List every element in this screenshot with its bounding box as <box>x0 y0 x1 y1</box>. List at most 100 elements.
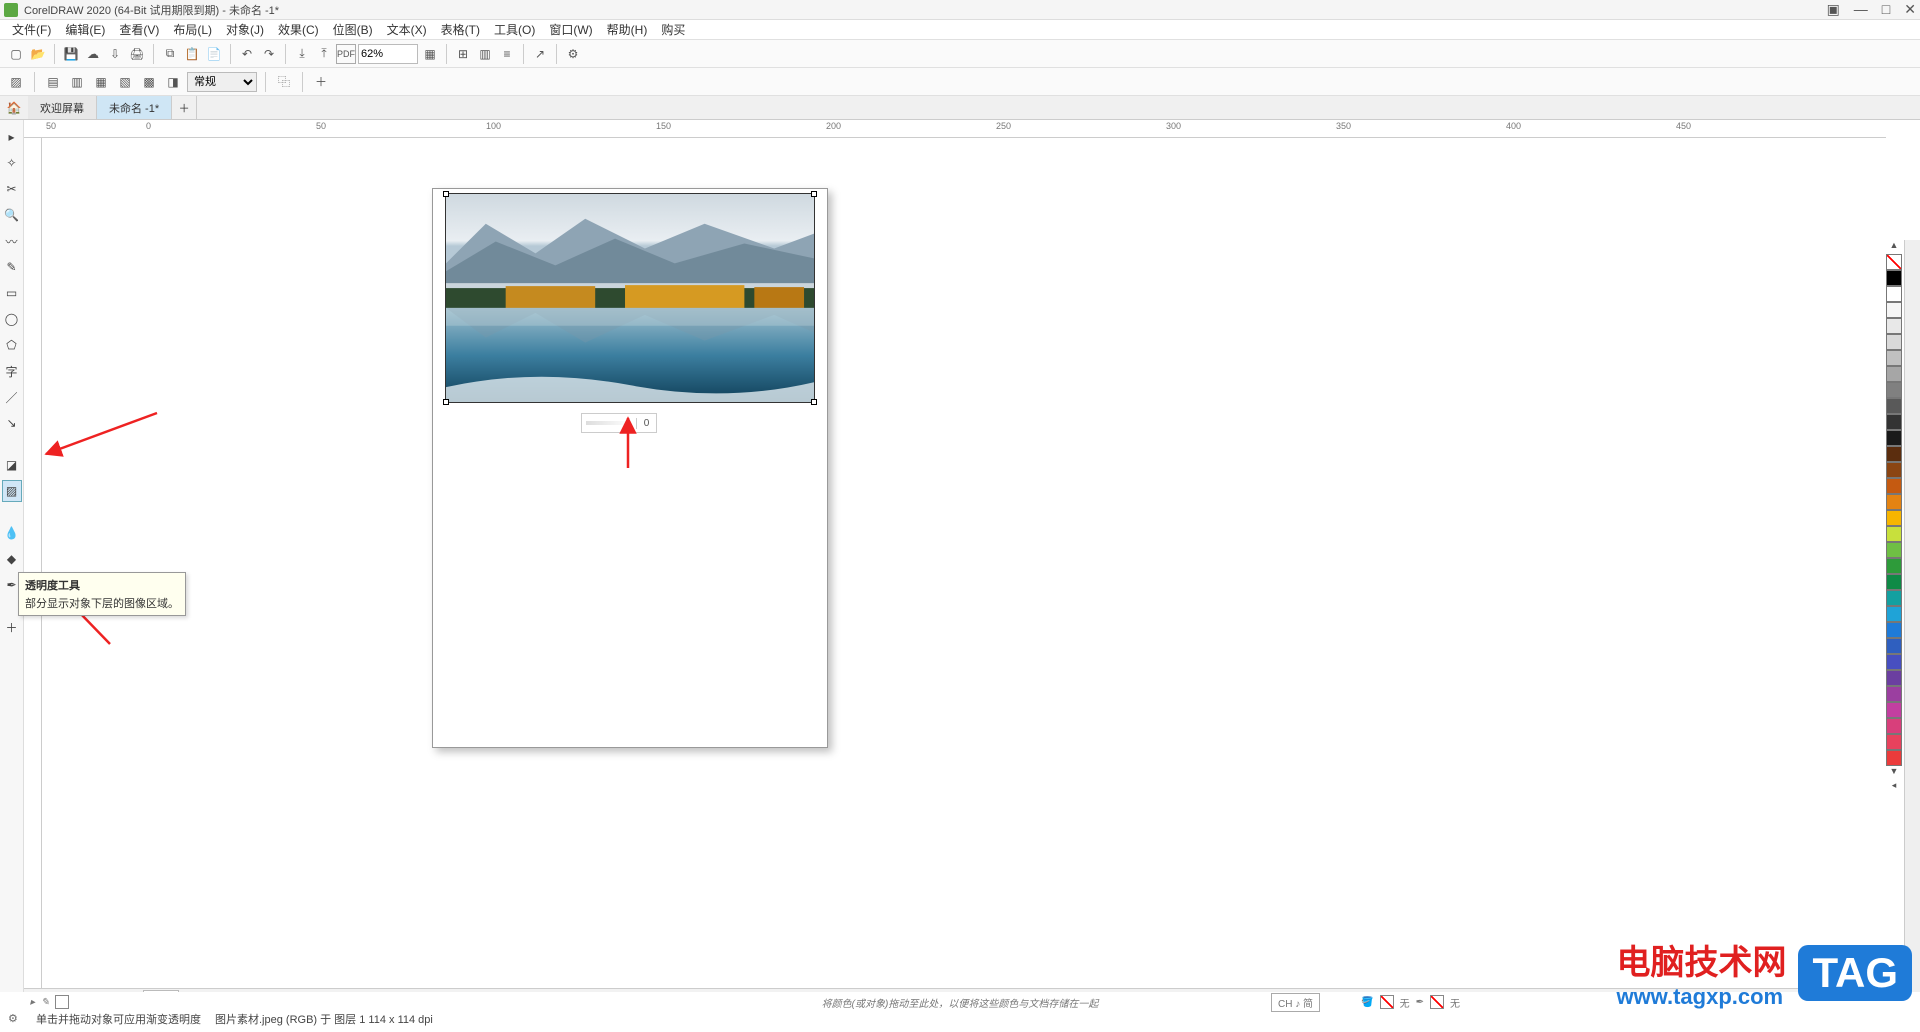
color-swatch[interactable] <box>1886 510 1902 526</box>
color-swatch[interactable] <box>1886 430 1902 446</box>
menu-table[interactable]: 表格(T) <box>435 19 486 40</box>
no-transparency-icon[interactable]: ▨ <box>6 72 26 92</box>
eyedropper-tool-icon[interactable]: 💧 <box>2 522 22 544</box>
color-swatch[interactable] <box>1886 270 1902 286</box>
rectangle-tool-icon[interactable]: ▭ <box>2 282 22 304</box>
clipboard-icon[interactable]: 📄 <box>204 44 224 64</box>
add-tool-icon[interactable]: ＋ <box>2 616 22 638</box>
zoom-level-select[interactable] <box>358 44 418 64</box>
selection-handle-icon[interactable] <box>443 191 449 197</box>
redo-icon[interactable]: ↷ <box>259 44 279 64</box>
palette-scroll-down-icon[interactable]: ▼ <box>1886 766 1902 780</box>
color-swatch[interactable] <box>1886 414 1902 430</box>
close-icon[interactable]: ✕ <box>1904 1 1916 18</box>
color-swatch[interactable] <box>1886 750 1902 766</box>
text-tool-icon[interactable]: 字 <box>2 360 22 382</box>
color-swatch[interactable] <box>1886 318 1902 334</box>
color-swatch[interactable] <box>1886 398 1902 414</box>
color-swatch[interactable] <box>1886 686 1902 702</box>
pick-tool-icon[interactable]: ▸ <box>2 126 22 148</box>
copy-icon[interactable]: ⧉ <box>160 44 180 64</box>
palette-flyout-icon[interactable]: ◂ <box>1886 780 1902 794</box>
color-swatch[interactable] <box>1886 590 1902 606</box>
new-doc-icon[interactable]: ▢ <box>6 44 26 64</box>
color-swatch[interactable] <box>1886 622 1902 638</box>
selection-handle-icon[interactable] <box>811 399 817 405</box>
crop-tool-icon[interactable]: ✂ <box>2 178 22 200</box>
maximize-icon[interactable]: □ <box>1882 1 1890 18</box>
swatch-none[interactable] <box>1886 254 1902 270</box>
color-swatch[interactable] <box>1886 702 1902 718</box>
palette-scroll-up-icon[interactable]: ▲ <box>1886 240 1902 254</box>
add-preset-icon[interactable]: ＋ <box>311 72 331 92</box>
launch-icon[interactable]: ↗ <box>530 44 550 64</box>
print-icon[interactable]: 🖨 <box>127 44 147 64</box>
color-swatch[interactable] <box>1886 718 1902 734</box>
polygon-tool-icon[interactable]: ⬠ <box>2 334 22 356</box>
ruler-vertical[interactable] <box>24 138 42 988</box>
options-gear-icon[interactable]: ⚙ <box>563 44 583 64</box>
pdf-icon[interactable]: PDF <box>336 44 356 64</box>
undo-icon[interactable]: ↶ <box>237 44 257 64</box>
color-swatch[interactable] <box>1886 558 1902 574</box>
color-swatch[interactable] <box>1886 302 1902 318</box>
outline-pen-icon[interactable]: ✒ <box>1416 997 1424 1008</box>
transparency-tool-icon[interactable]: ▨ <box>2 480 22 502</box>
menu-edit[interactable]: 编辑(E) <box>59 19 111 40</box>
color-swatch[interactable] <box>1886 382 1902 398</box>
merge-mode-select[interactable]: 常规 <box>187 72 257 92</box>
color-swatch[interactable] <box>1886 606 1902 622</box>
ruler-horizontal[interactable]: 50 0 50 100 150 200 250 300 350 400 450 <box>24 120 1886 138</box>
color-swatch[interactable] <box>1886 286 1902 302</box>
fill-bucket-icon[interactable]: 🪣 <box>1361 997 1373 1008</box>
menu-help[interactable]: 帮助(H) <box>601 19 654 40</box>
transparency-slider[interactable]: 0 <box>581 413 657 433</box>
texture-trans-icon[interactable]: ▩ <box>139 72 159 92</box>
color-swatch[interactable] <box>1886 446 1902 462</box>
restore-down-icon[interactable]: ▣ <box>1827 1 1840 18</box>
cloud-download-icon[interactable]: ⇩ <box>105 44 125 64</box>
slider-track[interactable] <box>586 421 632 425</box>
color-swatch[interactable] <box>1886 670 1902 686</box>
home-icon[interactable]: 🏠 <box>0 96 28 119</box>
cloud-upload-icon[interactable]: ☁ <box>83 44 103 64</box>
parallel-dim-icon[interactable]: ／ <box>2 386 22 408</box>
artistic-media-icon[interactable]: ✎ <box>2 256 22 278</box>
color-swatch[interactable] <box>1886 574 1902 590</box>
menu-layout[interactable]: 布局(L) <box>167 19 218 40</box>
menu-effects[interactable]: 效果(C) <box>272 19 325 40</box>
export-icon[interactable]: ⤒ <box>314 44 334 64</box>
placed-bitmap[interactable] <box>445 193 815 403</box>
color-swatch[interactable] <box>1886 478 1902 494</box>
ime-indicator[interactable]: CH ♪ 简 <box>1271 993 1320 1012</box>
connector-tool-icon[interactable]: ↘ <box>2 412 22 434</box>
color-swatch[interactable] <box>1886 654 1902 670</box>
paste-icon[interactable]: 📋 <box>182 44 202 64</box>
menu-view[interactable]: 查看(V) <box>113 19 165 40</box>
right-docker-collapsed[interactable] <box>1904 240 1920 1000</box>
color-swatch[interactable] <box>1886 350 1902 366</box>
open-icon[interactable]: 📂 <box>28 44 48 64</box>
save-icon[interactable]: 💾 <box>61 44 81 64</box>
fullscreen-icon[interactable]: ▦ <box>420 44 440 64</box>
menu-buy[interactable]: 购买 <box>655 19 691 40</box>
color-swatch[interactable] <box>1886 462 1902 478</box>
doc-palette-swatch-none[interactable] <box>55 995 69 1009</box>
color-swatch[interactable] <box>1886 638 1902 654</box>
selection-handle-icon[interactable] <box>811 191 817 197</box>
shape-tool-icon[interactable]: ✧ <box>2 152 22 174</box>
tab-add[interactable]: ＋ <box>172 96 197 119</box>
canvas-area[interactable]: 0 <box>42 138 1886 988</box>
zoom-tool-icon[interactable]: 🔍 <box>2 204 22 226</box>
status-gear-icon[interactable]: ⚙ <box>8 1012 22 1026</box>
menu-object[interactable]: 对象(J) <box>220 19 270 40</box>
menu-bitmap[interactable]: 位图(B) <box>327 19 379 40</box>
pattern-trans-icon[interactable]: ▦ <box>91 72 111 92</box>
grid-icon[interactable]: ▥ <box>475 44 495 64</box>
menu-window[interactable]: 窗口(W) <box>543 19 598 40</box>
selection-handle-icon[interactable] <box>443 399 449 405</box>
color-swatch[interactable] <box>1886 734 1902 750</box>
menu-tools[interactable]: 工具(O) <box>488 19 541 40</box>
freehand-tool-icon[interactable]: 〰 <box>2 230 22 252</box>
tab-document[interactable]: 未命名 -1* <box>97 96 172 119</box>
